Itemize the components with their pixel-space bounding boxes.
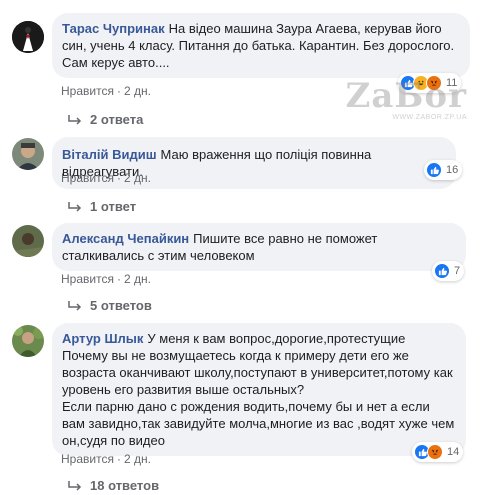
meta-separator: · bbox=[116, 171, 121, 185]
reaction-count: 16 bbox=[446, 164, 459, 176]
meta-separator: · bbox=[116, 272, 121, 286]
replies-label: 1 ответ bbox=[90, 199, 137, 214]
comment-author[interactable]: Артур Шлык bbox=[62, 331, 143, 346]
reply-arrow-icon bbox=[68, 201, 82, 212]
replies-label: 5 ответов bbox=[90, 298, 152, 313]
reply-arrow-icon bbox=[68, 300, 82, 311]
comment-author[interactable]: Тарас Чупринак bbox=[62, 21, 165, 36]
view-replies-link[interactable]: 2 ответа bbox=[68, 112, 143, 127]
reaction-summary[interactable]: 16 bbox=[424, 160, 463, 180]
avatar[interactable] bbox=[12, 21, 44, 53]
view-replies-link[interactable]: 1 ответ bbox=[68, 199, 136, 214]
reaction-summary[interactable]: 7 bbox=[432, 261, 465, 281]
timestamp[interactable]: 2 дн. bbox=[124, 272, 151, 286]
comment-author[interactable]: Александ Чепайкин bbox=[62, 231, 189, 246]
avatar[interactable] bbox=[12, 225, 44, 257]
like-link[interactable]: Нравится bbox=[61, 452, 114, 466]
timestamp[interactable]: 2 дн. bbox=[124, 452, 151, 466]
comment-meta: Нравится · 2 дн. bbox=[61, 272, 151, 286]
view-replies-link[interactable]: 18 ответов bbox=[68, 478, 159, 493]
replies-label: 2 ответа bbox=[90, 112, 144, 127]
view-replies-link[interactable]: 5 ответов bbox=[68, 298, 152, 313]
comment-bubble: Александ Чепайкин Пишите все равно не пом… bbox=[52, 223, 466, 271]
site-watermark: ZaБor WWW.ZABOR.ZP.UA bbox=[346, 78, 468, 121]
timestamp[interactable]: 2 дн. bbox=[124, 171, 151, 185]
comment-author[interactable]: Віталій Видиш bbox=[62, 147, 157, 162]
meta-separator: · bbox=[116, 452, 121, 466]
comment-text: У меня к вам вопрос,дорогие,протестущие … bbox=[62, 331, 455, 448]
like-link[interactable]: Нравится bbox=[61, 272, 114, 286]
reaction-count: 14 bbox=[447, 446, 460, 458]
reaction-count: 7 bbox=[454, 265, 461, 277]
reaction-summary[interactable]: 14 bbox=[412, 442, 464, 462]
like-link[interactable]: Нравится bbox=[61, 171, 114, 185]
avatar[interactable] bbox=[12, 325, 44, 357]
comment-meta: Нравится · 2 дн. bbox=[61, 171, 151, 185]
meta-separator: · bbox=[116, 84, 121, 98]
watermark-brand: ZaБor bbox=[345, 76, 467, 116]
comment-meta: Нравится · 2 дн. bbox=[61, 452, 151, 466]
reply-arrow-icon bbox=[68, 114, 82, 125]
comment-meta: Нравится · 2 дн. bbox=[61, 84, 151, 98]
angry-icon bbox=[427, 444, 443, 460]
like-icon bbox=[426, 162, 442, 178]
comment-bubble: Артур Шлык У меня к вам вопрос,дорогие,пр… bbox=[52, 323, 466, 456]
timestamp[interactable]: 2 дн. bbox=[124, 84, 151, 98]
comment-bubble: Тарас Чупринак На відео машина Заура Агае… bbox=[52, 13, 470, 78]
replies-label: 18 ответов bbox=[90, 478, 160, 493]
like-link[interactable]: Нравится bbox=[61, 84, 114, 98]
avatar[interactable] bbox=[12, 138, 44, 170]
like-icon bbox=[434, 263, 450, 279]
reply-arrow-icon bbox=[68, 480, 82, 491]
